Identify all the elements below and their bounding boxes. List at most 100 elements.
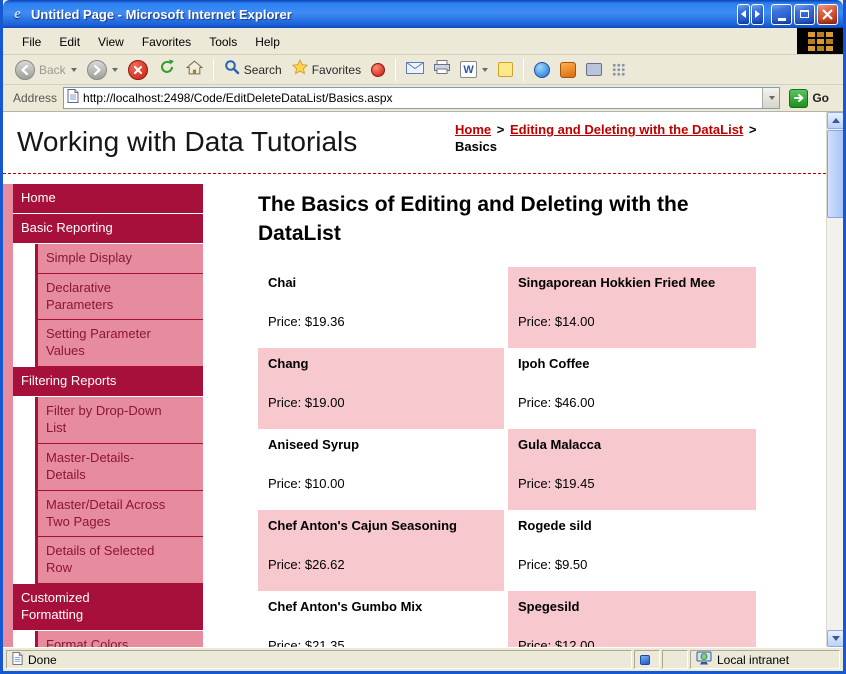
product-name: Singaporean Hokkien Fried Mee xyxy=(518,274,716,290)
sidebar-item-master-detail-across-two-pages[interactable]: Master/Detail Across Two Pages xyxy=(35,490,203,538)
minimize-button[interactable] xyxy=(771,3,792,25)
page-icon xyxy=(67,88,79,108)
sidebar-item-filter-by-drop-down-list[interactable]: Filter by Drop-Down List xyxy=(35,397,203,444)
menu-help[interactable]: Help xyxy=(246,28,289,54)
favorites-button[interactable]: Favorites xyxy=(288,57,365,82)
stop-icon xyxy=(127,59,148,80)
progress-pane xyxy=(634,650,660,669)
maximize-button[interactable] xyxy=(794,3,815,25)
breadcrumb-section-link[interactable]: Editing and Deleting with the DataList xyxy=(510,122,743,137)
search-button[interactable]: Search xyxy=(220,57,286,82)
media-button[interactable] xyxy=(582,61,606,78)
sidebar-item-simple-display[interactable]: Simple Display xyxy=(35,243,203,274)
discuss-button[interactable] xyxy=(494,60,517,79)
product-item: Rogede sild Price: $9.50 xyxy=(508,510,756,591)
page-header: Working with Data Tutorials Home > Editi… xyxy=(3,112,826,174)
go-button[interactable]: Go xyxy=(786,88,837,109)
stop-button[interactable] xyxy=(124,58,152,82)
sidebar-item-customized-formatting[interactable]: Customized Formatting xyxy=(13,584,203,632)
status-pane: Done xyxy=(6,650,632,669)
forward-button[interactable] xyxy=(83,58,122,82)
menubar: File Edit View Favorites Tools Help xyxy=(3,28,843,55)
product-price: Price: $26.62 xyxy=(268,556,345,572)
vertical-scrollbar[interactable] xyxy=(826,112,843,647)
product-price: Price: $10.00 xyxy=(268,475,345,491)
mail-icon xyxy=(406,61,425,79)
sidebar-item-declarative-parameters[interactable]: Declarative Parameters xyxy=(35,273,203,321)
refresh-button[interactable] xyxy=(154,56,180,83)
titlebar[interactable]: e Untitled Page - Microsoft Internet Exp… xyxy=(3,0,843,28)
research-button[interactable] xyxy=(556,60,580,80)
print-icon xyxy=(434,60,451,79)
menu-tools[interactable]: Tools xyxy=(200,28,246,54)
scrollbar-thumb[interactable] xyxy=(827,130,843,218)
go-icon xyxy=(789,88,809,108)
forward-icon xyxy=(86,59,107,80)
home-button[interactable] xyxy=(182,58,207,82)
sidebar-item-details-of-selected-row[interactable]: Details of Selected Row xyxy=(35,537,203,585)
go-label: Go xyxy=(812,91,829,105)
sidebar-nav: Home Basic Reporting Simple Display Decl… xyxy=(13,184,203,647)
close-icon xyxy=(822,9,833,19)
product-price: Price: $19.45 xyxy=(518,475,595,491)
breadcrumb-separator: > xyxy=(496,122,505,137)
scroll-up-icon xyxy=(831,118,840,123)
edit-dropdown-caret[interactable] xyxy=(482,67,489,72)
status-indicator-icon xyxy=(640,654,650,665)
toolbar-options-button[interactable] xyxy=(608,61,629,78)
history-icon xyxy=(371,62,386,77)
product-item: Ipoh Coffee Price: $46.00 xyxy=(508,348,756,429)
menu-favorites[interactable]: Favorites xyxy=(133,28,200,54)
menu-edit[interactable]: Edit xyxy=(50,28,89,54)
messenger-button[interactable] xyxy=(530,60,554,80)
sidebar-item-master-details-details[interactable]: Master-Details-Details xyxy=(35,443,203,491)
sidebar-item-filtering-reports[interactable]: Filtering Reports xyxy=(13,367,203,398)
back-dropdown-caret[interactable] xyxy=(70,67,77,72)
zone-text: Local intranet xyxy=(717,652,790,667)
product-price: Price: $19.00 xyxy=(268,394,345,410)
scroll-down-button[interactable] xyxy=(827,630,843,647)
mail-button[interactable] xyxy=(402,59,428,81)
titlebar-right-arrow-button[interactable] xyxy=(751,3,764,25)
addressbar: Address http://localhost:2498/Code/EditD… xyxy=(3,85,843,112)
ie-logo-icon: e xyxy=(14,5,21,22)
sidebar-item-setting-parameter-values[interactable]: Setting Parameter Values xyxy=(35,320,203,368)
print-button[interactable] xyxy=(430,58,454,81)
product-name: Rogede sild xyxy=(518,517,592,533)
statusbar: Done Local intranet xyxy=(3,647,843,671)
product-name: Spegesild xyxy=(518,598,580,614)
product-price: Price: $19.36 xyxy=(268,313,345,329)
browser-viewport: Working with Data Tutorials Home > Editi… xyxy=(3,112,843,647)
menu-view[interactable]: View xyxy=(89,28,133,54)
sidebar-item-home[interactable]: Home xyxy=(13,184,203,214)
product-item: Aniseed Syrup Price: $10.00 xyxy=(258,429,504,510)
done-page-icon xyxy=(12,651,23,668)
product-name: Chef Anton's Gumbo Mix xyxy=(268,598,423,614)
sidebar-item-basic-reporting[interactable]: Basic Reporting xyxy=(13,213,203,244)
product-datalist: Chai Price: $19.36 Singaporean Hokkien F… xyxy=(258,266,826,647)
titlebar-left-arrow-button[interactable] xyxy=(737,3,750,25)
back-icon xyxy=(15,59,35,80)
product-name: Gula Malacca xyxy=(518,436,602,452)
scroll-up-button[interactable] xyxy=(827,112,843,129)
product-item: Chai Price: $19.36 xyxy=(258,267,504,348)
product-name: Chef Anton's Cajun Seasoning xyxy=(268,517,457,533)
product-name: Aniseed Syrup xyxy=(268,436,360,452)
close-button[interactable] xyxy=(817,3,838,25)
breadcrumb-home-link[interactable]: Home xyxy=(455,122,491,137)
history-button[interactable] xyxy=(367,61,389,79)
product-item: Singaporean Hokkien Fried Mee Price: $14… xyxy=(508,266,756,348)
sidebar-item-format-colors[interactable]: Format Colors xyxy=(35,631,203,647)
word-icon: W xyxy=(460,61,478,78)
edit-with-word-button[interactable]: W xyxy=(456,59,492,80)
forward-dropdown-caret[interactable] xyxy=(111,67,118,72)
address-input[interactable]: http://localhost:2498/Code/EditDeleteDat… xyxy=(63,87,781,109)
messenger-icon xyxy=(534,61,551,78)
browser-window: e Untitled Page - Microsoft Internet Exp… xyxy=(0,0,846,674)
main-content: The Basics of Editing and Deleting with … xyxy=(203,184,826,647)
address-dropdown-button[interactable] xyxy=(762,88,780,108)
back-button[interactable]: Back xyxy=(11,58,81,82)
menu-file[interactable]: File xyxy=(13,28,50,54)
window-controls xyxy=(737,3,838,25)
window-title: Untitled Page - Microsoft Internet Explo… xyxy=(31,6,292,22)
